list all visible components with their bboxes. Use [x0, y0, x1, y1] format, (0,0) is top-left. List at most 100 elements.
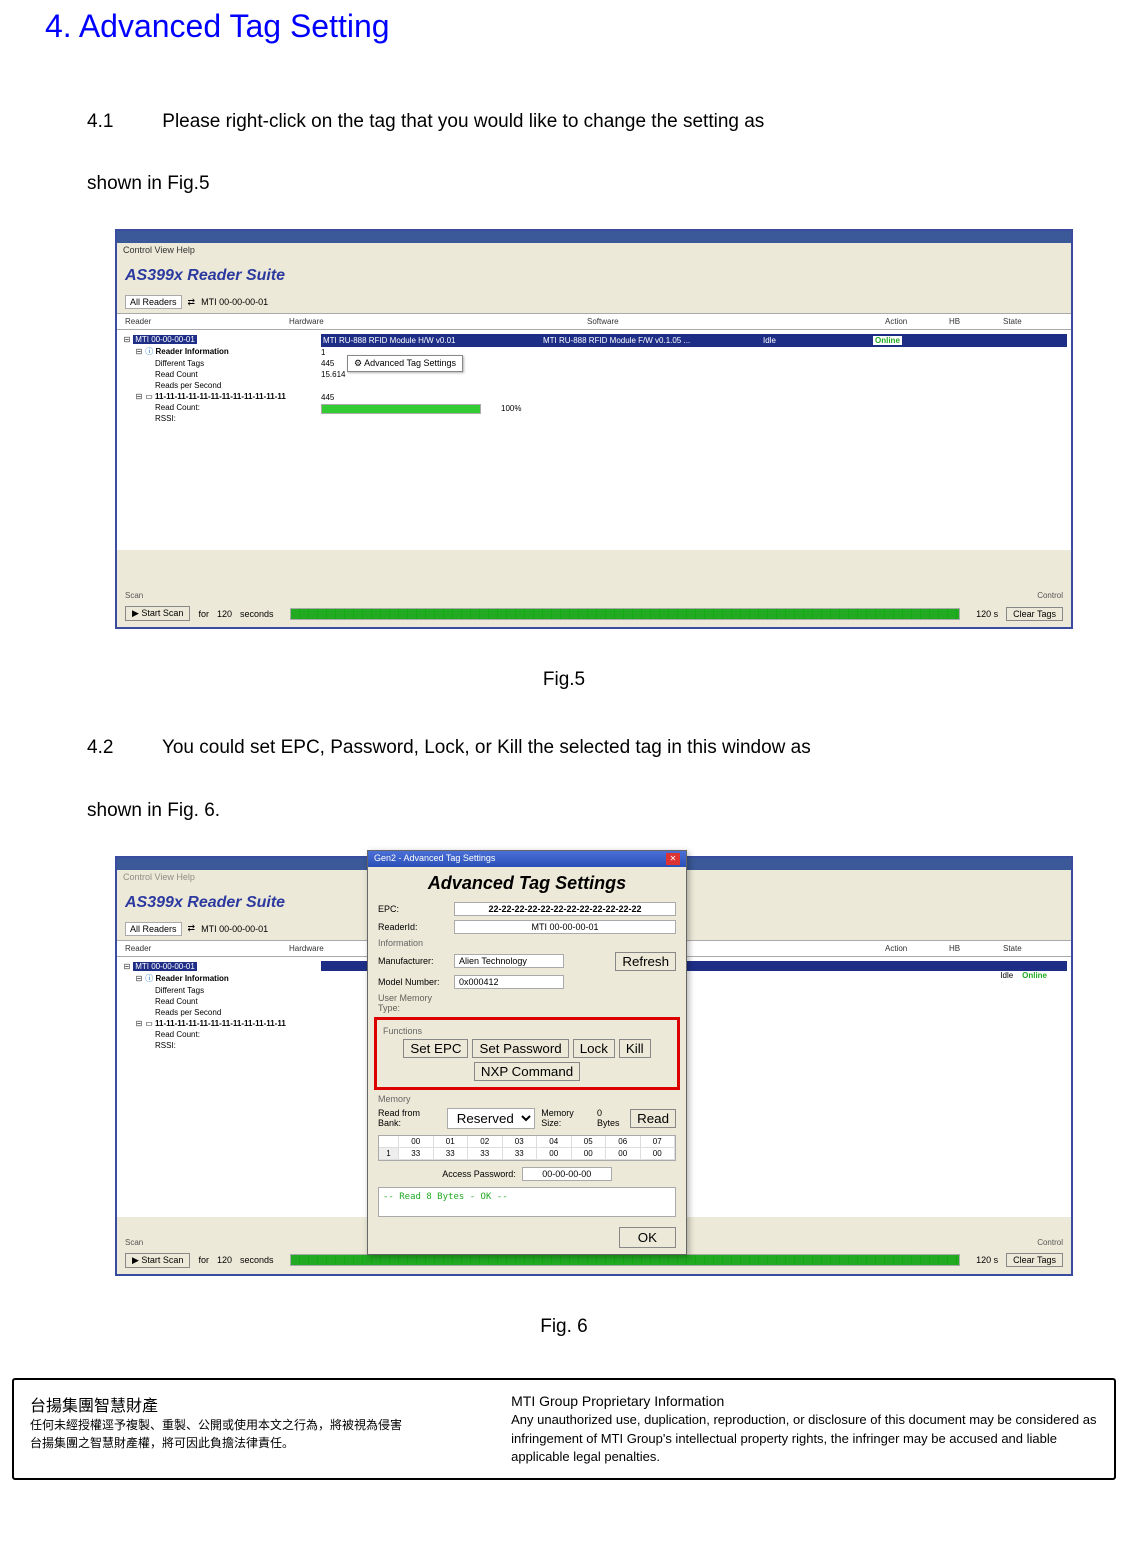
info-section-label: Information [368, 936, 686, 950]
tree-root[interactable]: MTI 00-00-00-01 [133, 335, 197, 344]
nxp-command-button[interactable]: NXP Command [474, 1062, 580, 1081]
col-hb: HB [949, 944, 999, 953]
ok-button[interactable]: OK [619, 1227, 676, 1248]
reader-id-label: MTI 00-00-00-01 [201, 924, 268, 934]
all-readers-combo[interactable]: All Readers [125, 295, 182, 309]
footer-left-line2: 台揚集團之智慧財產權，將可因此負擔法律責任。 [30, 1434, 491, 1452]
functions-label: Functions [383, 1026, 671, 1036]
col-hb: HB [949, 317, 999, 326]
reader-tree[interactable]: ⊟ MTI 00-00-00-01 ⊟ ⓘ Reader Information… [117, 330, 317, 550]
dialog-titlebar[interactable]: Gen2 - Advanced Tag Settings ✕ [368, 851, 686, 867]
para-4-1: 4.1 Please right-click on the tag that y… [87, 105, 1083, 139]
para-text: Please right-click on the tag that you w… [162, 111, 764, 132]
tree-minus-icon[interactable]: ⊟ [123, 335, 131, 344]
mem-cell: 00 [537, 1148, 572, 1160]
tag-progress-pct: 100% [501, 404, 521, 414]
model-label: Model Number: [378, 977, 448, 987]
dialog-title: Gen2 - Advanced Tag Settings [374, 853, 495, 865]
tree-minus-icon[interactable]: ⊟ [135, 392, 143, 401]
status-box: -- Read 8 Bytes - OK -- [378, 1187, 676, 1217]
fig6-caption: Fig. 6 [45, 1316, 1083, 1338]
tree-diff-tags[interactable]: Different Tags [123, 985, 311, 996]
tree-minus-icon[interactable]: ⊟ [123, 962, 131, 971]
advanced-tag-settings-dialog: Gen2 - Advanced Tag Settings ✕ Advanced … [367, 850, 687, 1255]
detail-state: Online [873, 336, 902, 345]
clear-tags-button[interactable]: Clear Tags [1006, 1253, 1063, 1267]
detail-sw: MTI RU-888 RFID Module F/W v0.1.05 ... [543, 336, 743, 345]
mem-hdr-cell: 02 [468, 1136, 503, 1148]
model-value: 0x000412 [454, 975, 564, 989]
tree-diff-tags[interactable]: Different Tags [123, 358, 311, 369]
tree-root[interactable]: MTI 00-00-00-01 [133, 962, 197, 971]
columns-header: Reader Hardware Software Action HB State [117, 313, 1071, 330]
mem-cell: 00 [572, 1148, 607, 1160]
control-section-label: Control [1037, 591, 1063, 600]
mem-hdr-cell [379, 1136, 399, 1148]
close-icon[interactable]: ✕ [666, 853, 680, 865]
set-epc-button[interactable]: Set EPC [403, 1039, 468, 1058]
scan-elapsed: 120 s [976, 609, 998, 619]
read-button[interactable]: Read [630, 1109, 676, 1128]
detail-difftags-val: 1 [321, 348, 325, 357]
tree-read-count[interactable]: Read Count [123, 369, 311, 380]
tree-tag-readcount[interactable]: Read Count: [123, 402, 311, 413]
epc-label: EPC: [378, 904, 448, 914]
mem-cell: 00 [641, 1148, 676, 1160]
scan-duration-input[interactable]: 120 [217, 1255, 232, 1265]
footer-left-title: 台揚集團智慧財產 [30, 1392, 491, 1416]
scan-duration-input[interactable]: 120 [217, 609, 232, 619]
tree-minus-icon[interactable]: ⊟ [135, 1019, 143, 1028]
tree-tag-rssi[interactable]: RSSI: [123, 1040, 311, 1051]
para-num: 4.1 [87, 105, 157, 139]
info-icon: ⓘ [145, 347, 153, 356]
para-4-2: 4.2 You could set EPC, Password, Lock, o… [87, 731, 1083, 765]
tree-tag-rssi[interactable]: RSSI: [123, 413, 311, 424]
set-password-button[interactable]: Set Password [472, 1039, 568, 1058]
mem-hdr-cell: 05 [572, 1136, 607, 1148]
footer-left-line1: 任何未經授權逕予複製、重製、公開或使用本文之行為，將被視為侵害 [30, 1416, 491, 1434]
seconds-label: seconds [240, 609, 274, 619]
tree-tag[interactable]: 11-11-11-11-11-11-11-11-11-11-11-11 [155, 392, 286, 401]
readerid-label: ReaderId: [378, 922, 448, 932]
mem-hdr-cell: 00 [399, 1136, 434, 1148]
tree-rps[interactable]: Reads per Second [123, 1007, 311, 1018]
mem-cell: 33 [434, 1148, 469, 1160]
tree-rps[interactable]: Reads per Second [123, 380, 311, 391]
all-readers-combo[interactable]: All Readers [125, 922, 182, 936]
lock-button[interactable]: Lock [573, 1039, 615, 1058]
tree-minus-icon[interactable]: ⊟ [135, 347, 143, 356]
reader-tree[interactable]: ⊟ MTI 00-00-00-01 ⊟ ⓘ Reader Information… [117, 957, 317, 1217]
col-state: State [1003, 944, 1063, 953]
clear-tags-button[interactable]: Clear Tags [1006, 607, 1063, 621]
mem-cell: 33 [399, 1148, 434, 1160]
start-scan-button[interactable]: ▶ Start Scan [125, 606, 190, 621]
refresh-button[interactable]: Refresh [615, 952, 676, 971]
para-num: 4.2 [87, 731, 157, 765]
context-menu-item[interactable]: Advanced Tag Settings [364, 358, 456, 368]
access-pwd-value[interactable]: 00-00-00-00 [522, 1167, 612, 1181]
tree-reader-info[interactable]: Reader Information [155, 347, 228, 356]
functions-box: Functions Set EPC Set Password Lock Kill… [374, 1017, 680, 1090]
section-heading: 4. Advanced Tag Setting [45, 8, 1083, 45]
context-menu[interactable]: ⚙ Advanced Tag Settings [347, 355, 463, 372]
tree-read-count[interactable]: Read Count [123, 996, 311, 1007]
fig6-window: Control View Help AS399x Reader Suite Al… [115, 856, 1073, 1276]
col-state: State [1003, 317, 1063, 326]
mem-cell: 33 [468, 1148, 503, 1160]
scan-section-label: Scan [125, 1238, 143, 1247]
start-scan-button[interactable]: ▶ Start Scan [125, 1253, 190, 1268]
arrow-icon: ⇄ [188, 923, 196, 934]
tree-reader-info[interactable]: Reader Information [155, 974, 228, 983]
info-icon: ⓘ [145, 974, 153, 983]
tree-tag[interactable]: 11-11-11-11-11-11-11-11-11-11-11-11 [155, 1019, 286, 1028]
kill-button[interactable]: Kill [619, 1039, 651, 1058]
tree-minus-icon[interactable]: ⊟ [135, 974, 143, 983]
mem-hdr-cell: 07 [641, 1136, 676, 1148]
menubar[interactable]: Control View Help [117, 243, 1071, 257]
reader-toolbar: All Readers ⇄ MTI 00-00-00-01 [117, 291, 1071, 313]
bank-select[interactable]: Reserved [447, 1108, 535, 1129]
detail-action: Idle [1000, 971, 1013, 980]
detail-action: Idle [763, 336, 803, 345]
read-from-label: Read from Bank: [378, 1108, 441, 1128]
tree-tag-readcount[interactable]: Read Count: [123, 1029, 311, 1040]
